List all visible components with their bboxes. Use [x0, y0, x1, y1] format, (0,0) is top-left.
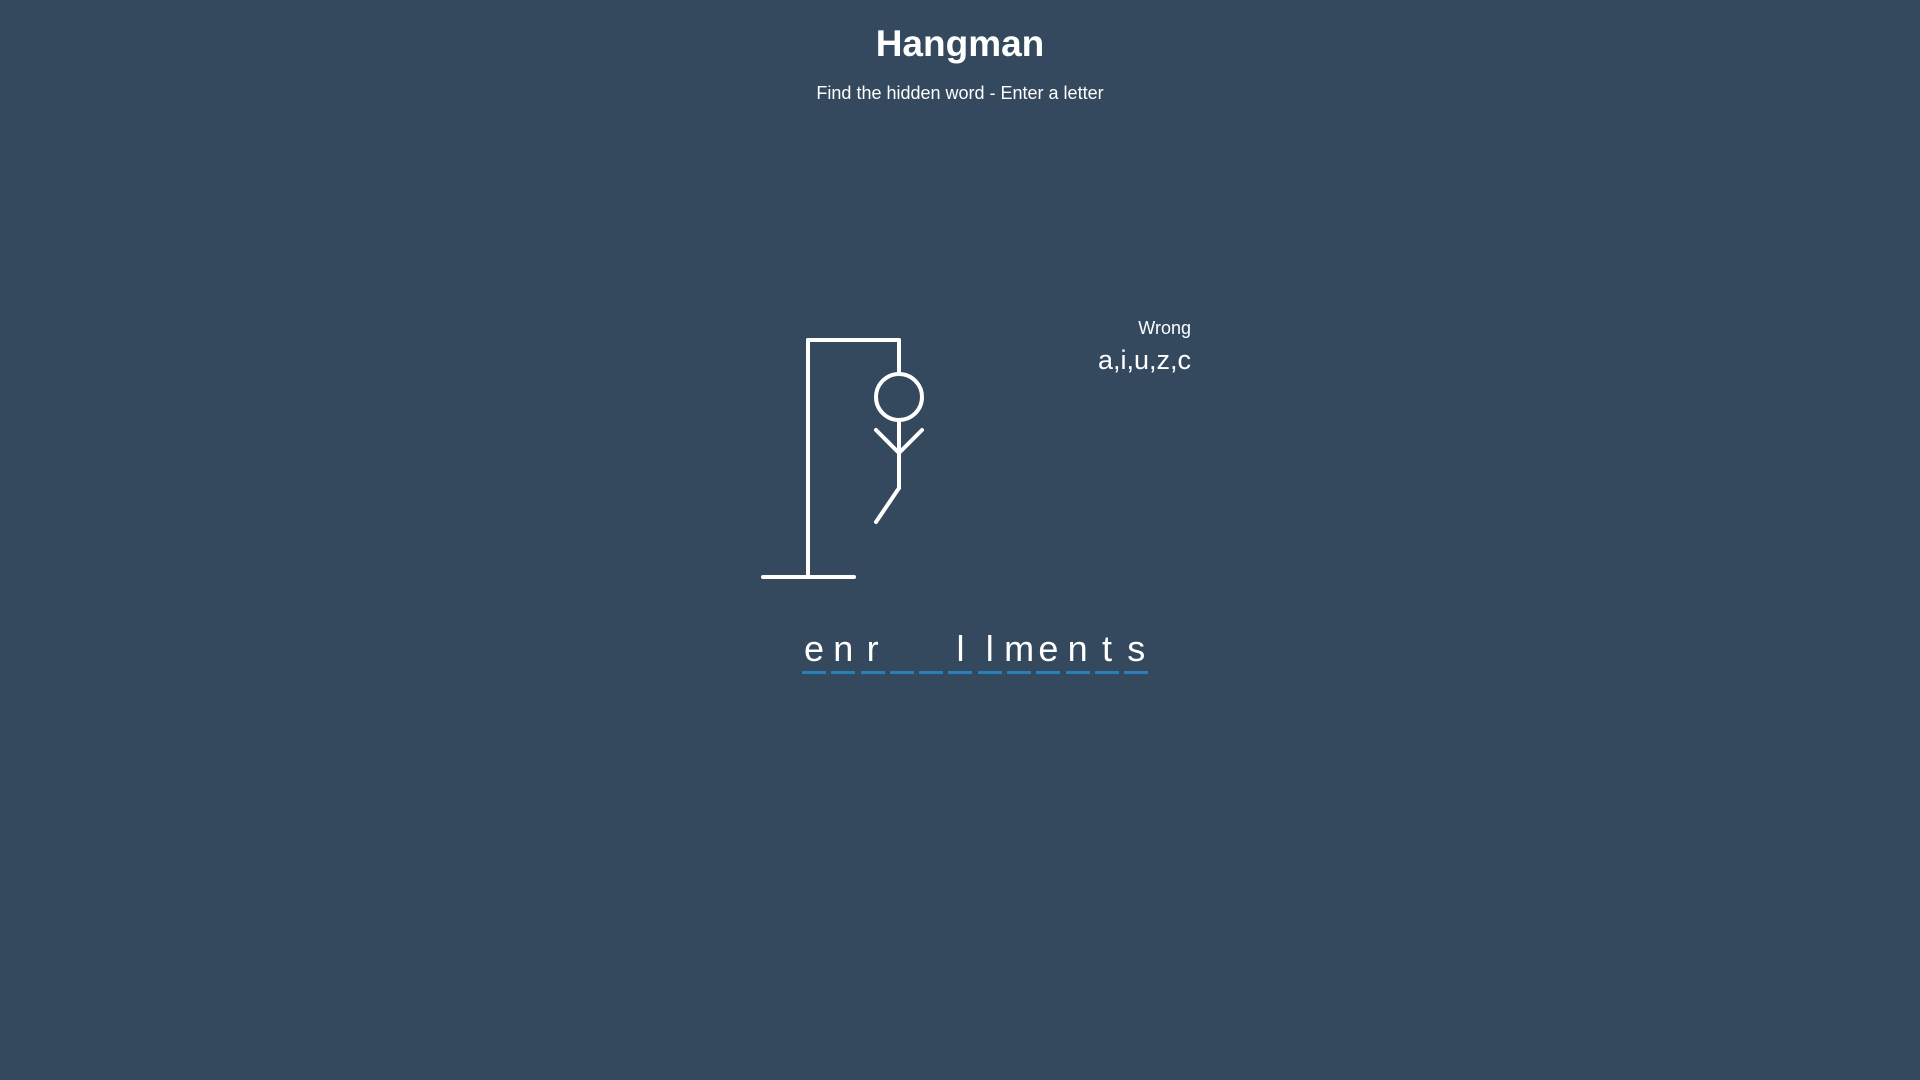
hidden-word: e n r l l m e n t s	[802, 626, 1154, 674]
letter-slot: n	[831, 626, 856, 674]
hangman-right-arm	[897, 428, 924, 455]
letter-slot: r	[860, 626, 885, 674]
letter-slot: m	[1004, 626, 1034, 674]
letter-slot: e	[1036, 626, 1061, 674]
letter-slot: l	[948, 626, 973, 674]
wrong-letters-panel: Wrong a,i,u,z,c	[1000, 317, 1191, 377]
letter-slot: l	[977, 626, 1002, 674]
game-instructions: Find the hidden word - Enter a letter	[816, 83, 1104, 103]
wrong-letters-list: a,i,u,z,c	[1097, 345, 1191, 375]
letter-slot: t	[1094, 626, 1119, 674]
letter-slot: n	[1065, 626, 1090, 674]
hangman-figure	[761, 338, 924, 579]
hangman-left-arm	[874, 428, 901, 455]
letter-slot: s	[1124, 626, 1149, 674]
hangman-head	[874, 372, 924, 422]
letter-slot	[889, 626, 914, 674]
game-title: Hangman	[875, 23, 1045, 64]
hangman-left-leg	[874, 486, 901, 524]
wrong-letters-label: Wrong	[1138, 318, 1191, 338]
letter-slot: e	[802, 626, 826, 674]
letter-slot	[919, 626, 944, 674]
